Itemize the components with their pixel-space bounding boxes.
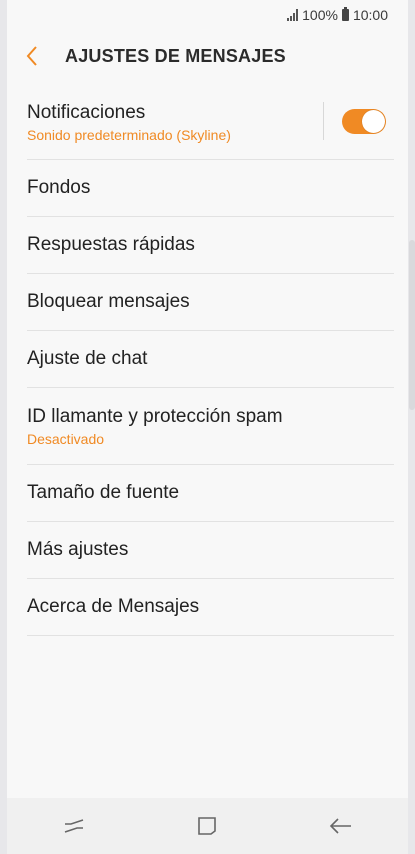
divider	[323, 102, 324, 140]
device-edge	[409, 240, 415, 410]
list-item-label: Acerca de Mensajes	[27, 596, 200, 617]
navigation-bar	[7, 798, 408, 854]
list-item-label: Bloquear mensajes	[27, 291, 190, 312]
back-button[interactable]	[19, 36, 59, 76]
toggle-knob	[362, 110, 385, 133]
list-item-id-llamante[interactable]: ID llamante y protección spam Desactivad…	[27, 388, 394, 465]
list-item-fondos[interactable]: Fondos	[27, 160, 394, 217]
device-frame: 100% 10:00 AJUSTES DE MENSAJES Notificac…	[0, 0, 415, 854]
list-item-label: Notificaciones	[27, 102, 146, 123]
list-item-subtitle: Desactivado	[27, 430, 105, 447]
list-item-ajuste-de-chat[interactable]: Ajuste de chat	[27, 331, 394, 388]
recents-icon	[64, 819, 84, 833]
home-button[interactable]	[177, 806, 237, 846]
list-item-label: Fondos	[27, 177, 91, 198]
list-item-label: ID llamante y protección spam	[27, 405, 283, 427]
recents-button[interactable]	[44, 806, 104, 846]
list-item-subtitle: Sonido predeterminado (Skyline)	[27, 127, 231, 143]
screen: 100% 10:00 AJUSTES DE MENSAJES Notificac…	[7, 0, 408, 854]
list-item-bloquear-mensajes[interactable]: Bloquear mensajes	[27, 274, 394, 331]
list-item-label: Ajuste de chat	[27, 348, 148, 369]
list-item-notificaciones[interactable]: Notificaciones Sonido predeterminado (Sk…	[27, 86, 394, 160]
battery-percent: 100%	[302, 7, 338, 23]
list-item-tamano-de-fuente[interactable]: Tamaño de fuente	[27, 465, 394, 522]
notifications-toggle[interactable]	[342, 109, 386, 134]
battery-icon	[341, 7, 349, 21]
home-icon	[198, 817, 217, 835]
list-item-label: Más ajustes	[27, 539, 129, 560]
list-item-respuestas-rapidas[interactable]: Respuestas rápidas	[27, 217, 394, 274]
clock: 10:00	[352, 7, 388, 23]
page-title: AJUSTES DE MENSAJES	[65, 45, 286, 66]
chevron-left-icon	[26, 46, 37, 66]
app-header: AJUSTES DE MENSAJES	[7, 36, 408, 76]
list-item-label: Respuestas rápidas	[27, 234, 195, 255]
status-indicators: 100% 10:00	[287, 7, 388, 23]
settings-list: Notificaciones Sonido predeterminado (Sk…	[27, 86, 394, 636]
status-bar: 100% 10:00	[7, 0, 408, 32]
list-item-acerca-de-mensajes[interactable]: Acerca de Mensajes	[27, 579, 394, 636]
back-arrow-icon	[330, 818, 352, 834]
signal-icon	[287, 9, 299, 21]
list-item-mas-ajustes[interactable]: Más ajustes	[27, 522, 394, 579]
list-item-label: Tamaño de fuente	[27, 482, 180, 503]
back-nav-button[interactable]	[311, 806, 371, 846]
